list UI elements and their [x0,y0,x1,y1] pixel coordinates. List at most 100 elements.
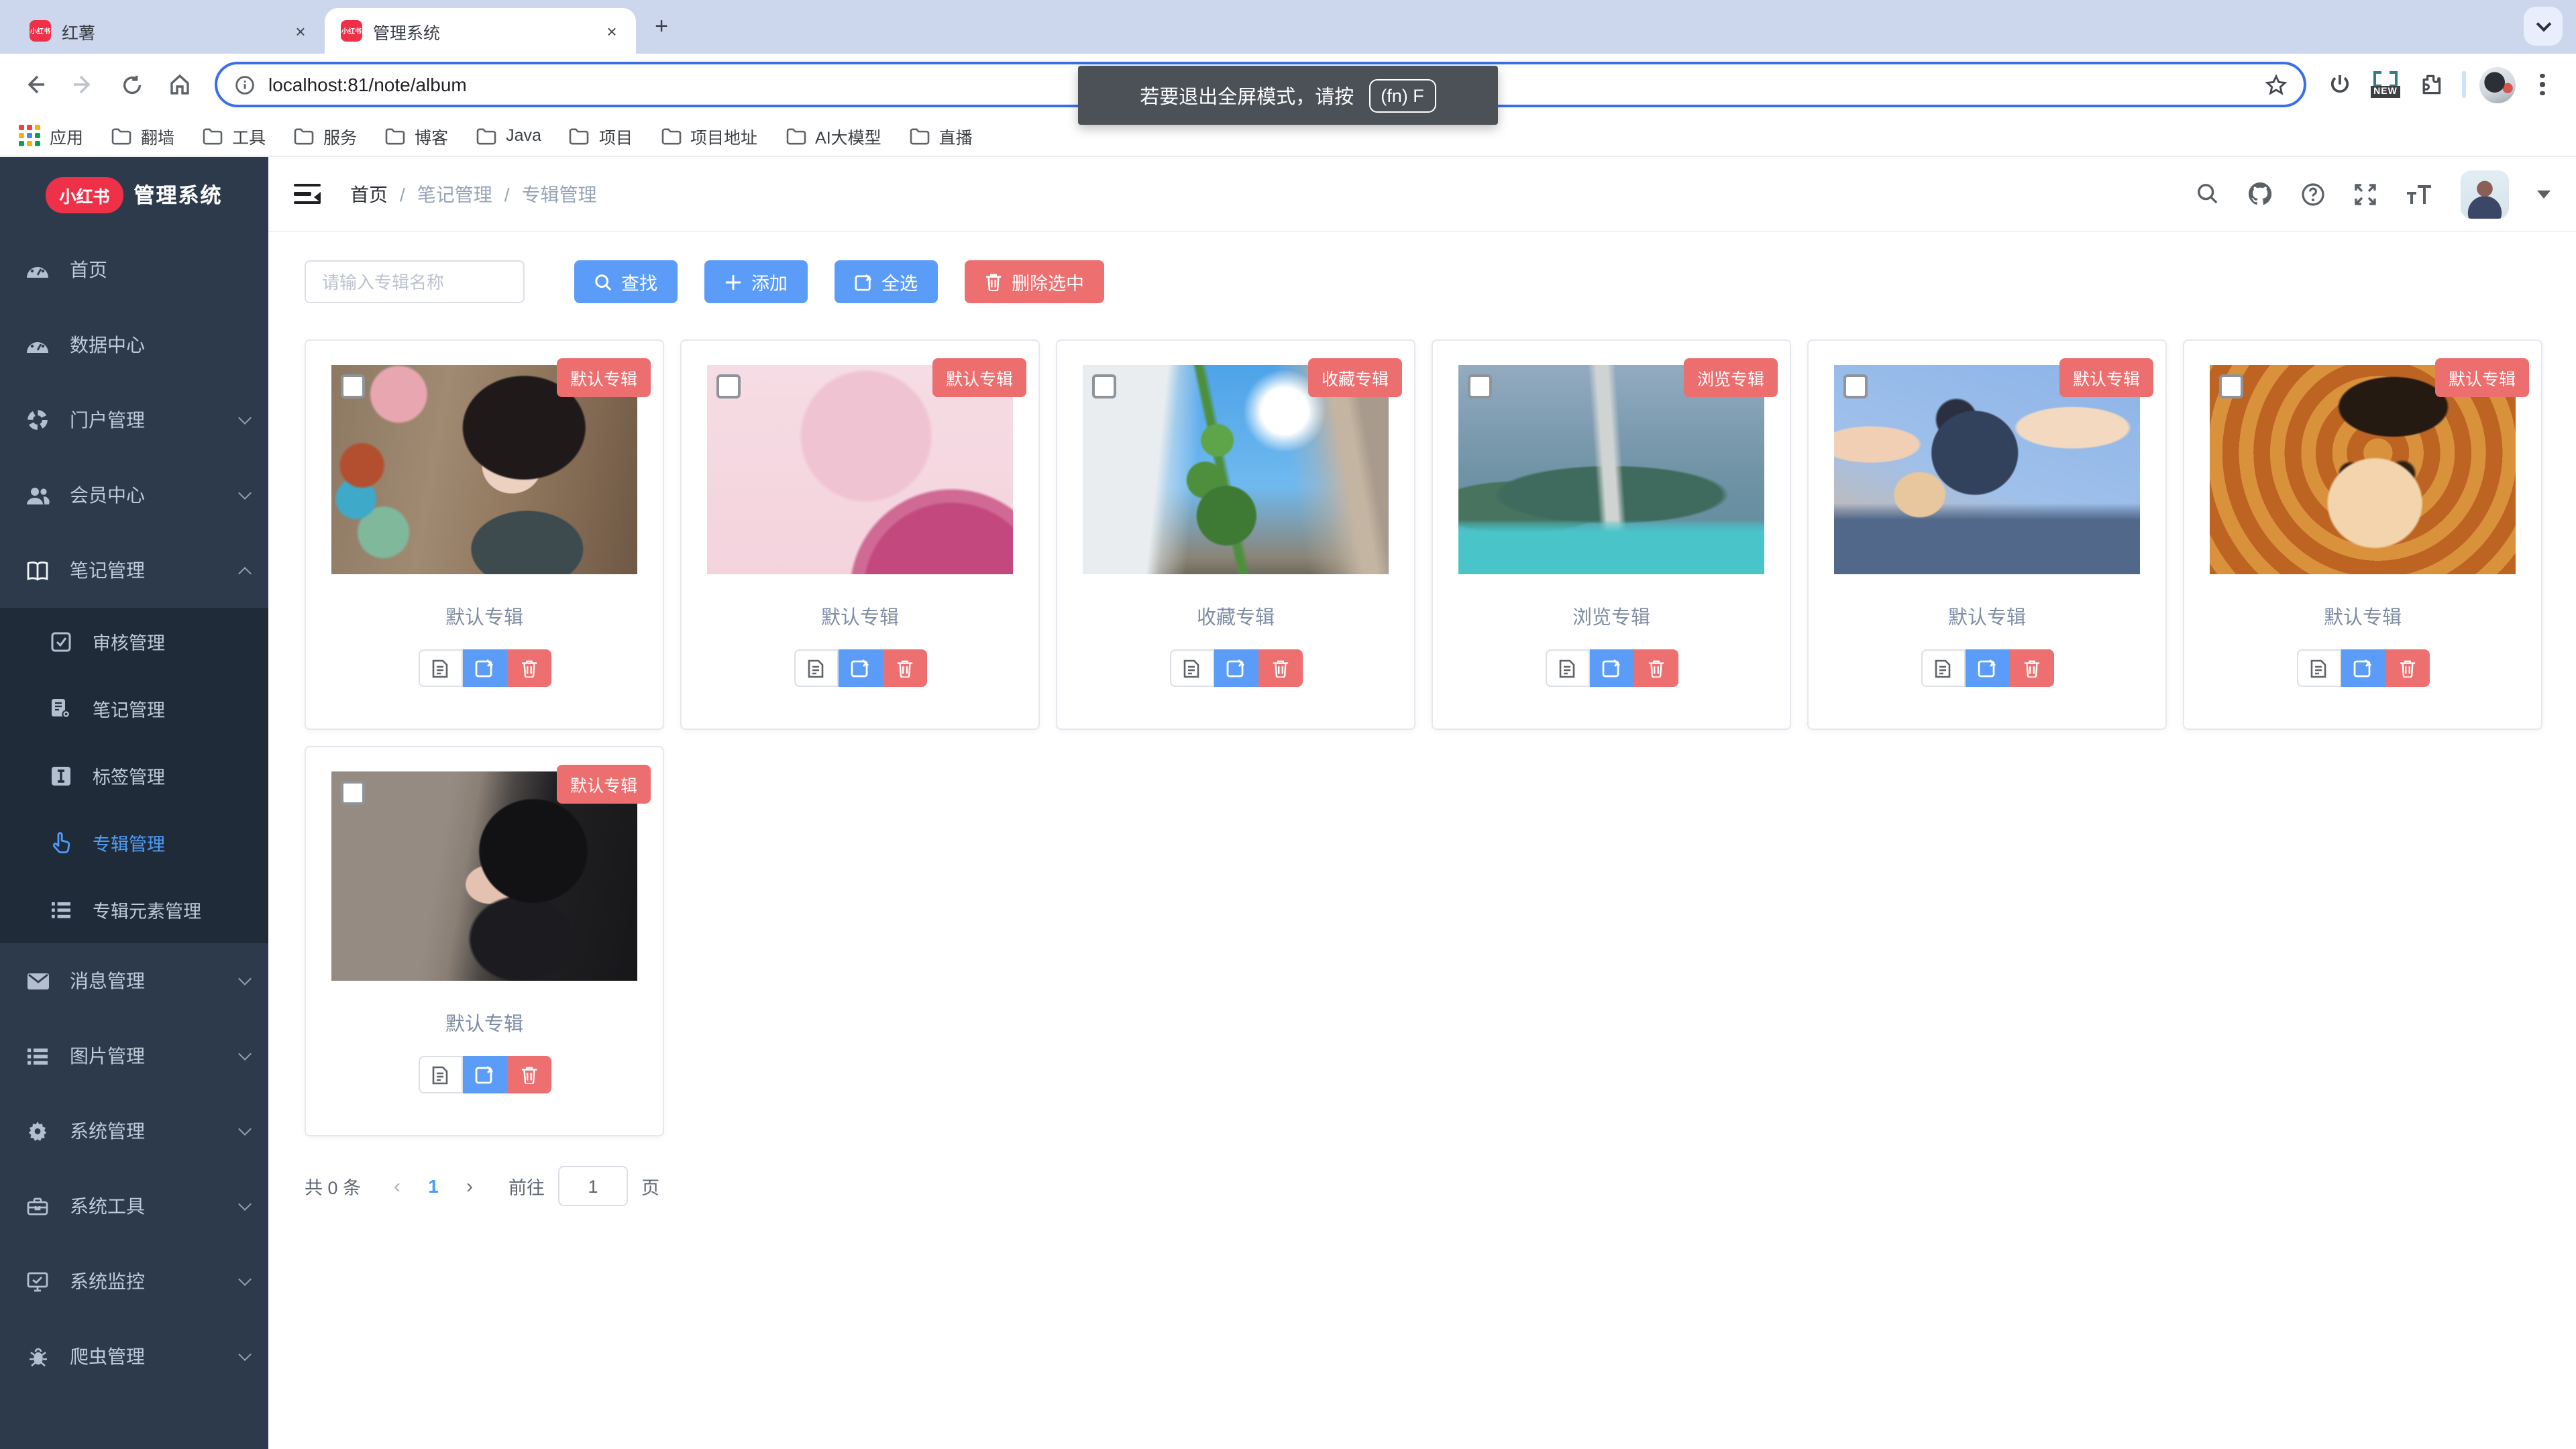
album-cover-image[interactable]: 默认专辑 [2210,365,2516,574]
album-delete-button[interactable] [1258,649,1302,687]
sidebar-item-crawler-mgmt[interactable]: 爬虫管理 [0,1319,268,1394]
sidebar-item-album-element-mgmt[interactable]: 专辑元素管理 [0,876,268,943]
album-cover-image[interactable]: 收藏专辑 [1083,365,1389,574]
album-delete-button[interactable] [2385,649,2429,687]
reload-icon[interactable] [110,63,153,106]
select-all-button[interactable]: 全选 [835,260,938,303]
bookmark-folder[interactable]: 直播 [910,123,973,148]
album-checkbox[interactable] [341,781,365,805]
sidebar-item-data-center[interactable]: 数据中心 [0,307,268,382]
album-cover-image[interactable]: 浏览专辑 [1458,365,1764,574]
album-checkbox[interactable] [1468,374,1492,398]
album-checkbox[interactable] [1092,374,1116,398]
app-logo[interactable]: 小红书 管理系统 [0,157,268,232]
sidebar-item-notes[interactable]: 笔记管理 [0,533,268,608]
bookmark-apps[interactable]: 应用 [19,123,83,148]
page-number[interactable]: 1 [415,1175,452,1197]
bookmark-folder[interactable]: Java [476,126,541,145]
tab-search-button[interactable] [2524,7,2563,46]
site-info-icon[interactable] [235,74,255,95]
github-icon[interactable] [2247,181,2273,207]
next-page-icon[interactable]: › [452,1175,487,1197]
check-square-icon [46,631,75,651]
album-edit-button[interactable] [462,649,506,687]
sidebar-item-tag-mgmt[interactable]: 标签管理 [0,742,268,809]
album-checkbox[interactable] [716,374,741,398]
album-detail-button[interactable] [1169,649,1214,687]
album-detail-button[interactable] [418,649,462,687]
album-checkbox[interactable] [1843,374,1868,398]
album-edit-button[interactable] [462,1056,506,1093]
fullscreen-icon[interactable] [2353,182,2377,206]
prev-page-icon[interactable]: ‹ [380,1175,415,1197]
album-delete-button[interactable] [882,649,926,687]
home-icon[interactable] [158,63,201,106]
goto-page-input[interactable] [558,1166,628,1206]
forward-icon[interactable] [62,63,105,106]
album-detail-button[interactable] [1545,649,1589,687]
album-checkbox[interactable] [341,374,365,398]
new-tab-button[interactable]: + [644,9,679,44]
album-delete-button[interactable] [2009,649,2053,687]
album-edit-button[interactable] [1589,649,1633,687]
album-detail-button[interactable] [794,649,838,687]
album-name-input[interactable] [305,260,525,303]
album-detail-button[interactable] [1921,649,1965,687]
sidebar-item-system-mgmt[interactable]: 系统管理 [0,1093,268,1169]
album-cover-image[interactable]: 默认专辑 [1834,365,2140,574]
power-extension-icon[interactable] [2320,64,2360,105]
add-button[interactable]: 添加 [704,260,808,303]
album-delete-button[interactable] [506,1056,551,1093]
bookmark-folder[interactable]: 翻墙 [111,123,174,148]
album-edit-button[interactable] [2341,649,2385,687]
album-detail-button[interactable] [2296,649,2341,687]
sidebar-item-system-monitor[interactable]: 系统监控 [0,1244,268,1319]
breadcrumb-note-mgmt[interactable]: 笔记管理 [417,180,492,207]
user-avatar[interactable] [2461,170,2509,218]
album-detail-button[interactable] [418,1056,462,1093]
bookmark-folder[interactable]: 项目 [570,123,633,148]
caret-down-icon[interactable] [2537,190,2551,198]
album-cover-image[interactable]: 默认专辑 [707,365,1013,574]
sidebar-item-members[interactable]: 会员中心 [0,458,268,533]
font-size-icon[interactable] [2406,183,2432,205]
close-tab-icon[interactable]: × [601,20,623,42]
sidebar-item-portal[interactable]: 门户管理 [0,382,268,458]
bookmark-folder[interactable]: 项目地址 [661,123,757,148]
sidebar-item-home[interactable]: 首页 [0,232,268,307]
find-button[interactable]: 查找 [574,260,678,303]
bookmark-star-icon[interactable] [2255,64,2296,105]
sidebar-item-review-mgmt[interactable]: 审核管理 [0,608,268,675]
sidebar-item-image-mgmt[interactable]: 图片管理 [0,1018,268,1093]
album-delete-button[interactable] [1633,649,1678,687]
album-edit-button[interactable] [838,649,882,687]
album-checkbox[interactable] [2219,374,2243,398]
browser-profile-avatar[interactable] [2477,64,2517,105]
sidebar-item-system-tools[interactable]: 系统工具 [0,1169,268,1244]
screenshot-extension-icon[interactable]: NEW [2365,64,2406,105]
bookmark-folder[interactable]: AI大模型 [786,123,881,148]
extensions-puzzle-icon[interactable] [2411,64,2451,105]
close-tab-icon[interactable]: × [290,20,311,42]
search-icon[interactable] [2196,182,2219,205]
bookmark-folder[interactable]: 服务 [294,123,357,148]
album-delete-button[interactable] [506,649,551,687]
sidebar-item-message-mgmt[interactable]: 消息管理 [0,943,268,1018]
album-cover-image[interactable]: 默认专辑 [331,365,637,574]
sidebar-item-note-mgmt[interactable]: 笔记管理 [0,675,268,742]
bookmark-folder[interactable]: 博客 [385,123,448,148]
breadcrumb-home[interactable]: 首页 [350,180,388,207]
album-cover-image[interactable]: 默认专辑 [331,771,637,981]
album-edit-button[interactable] [1214,649,1258,687]
collapse-sidebar-icon[interactable] [294,184,321,205]
tab-hongshu[interactable]: 小红书 红薯 × [13,8,325,54]
delete-selected-button[interactable]: 删除选中 [965,260,1104,303]
help-icon[interactable] [2301,182,2325,206]
tab-admin-system[interactable]: 小红书 管理系统 × [325,8,636,54]
bookmark-folder[interactable]: 工具 [203,123,266,148]
sidebar-item-album-mgmt[interactable]: 专辑管理 [0,809,268,876]
album-edit-button[interactable] [1965,649,2009,687]
dashboard-icon [23,260,52,279]
back-icon[interactable] [13,63,56,106]
browser-menu-icon[interactable] [2522,64,2563,105]
